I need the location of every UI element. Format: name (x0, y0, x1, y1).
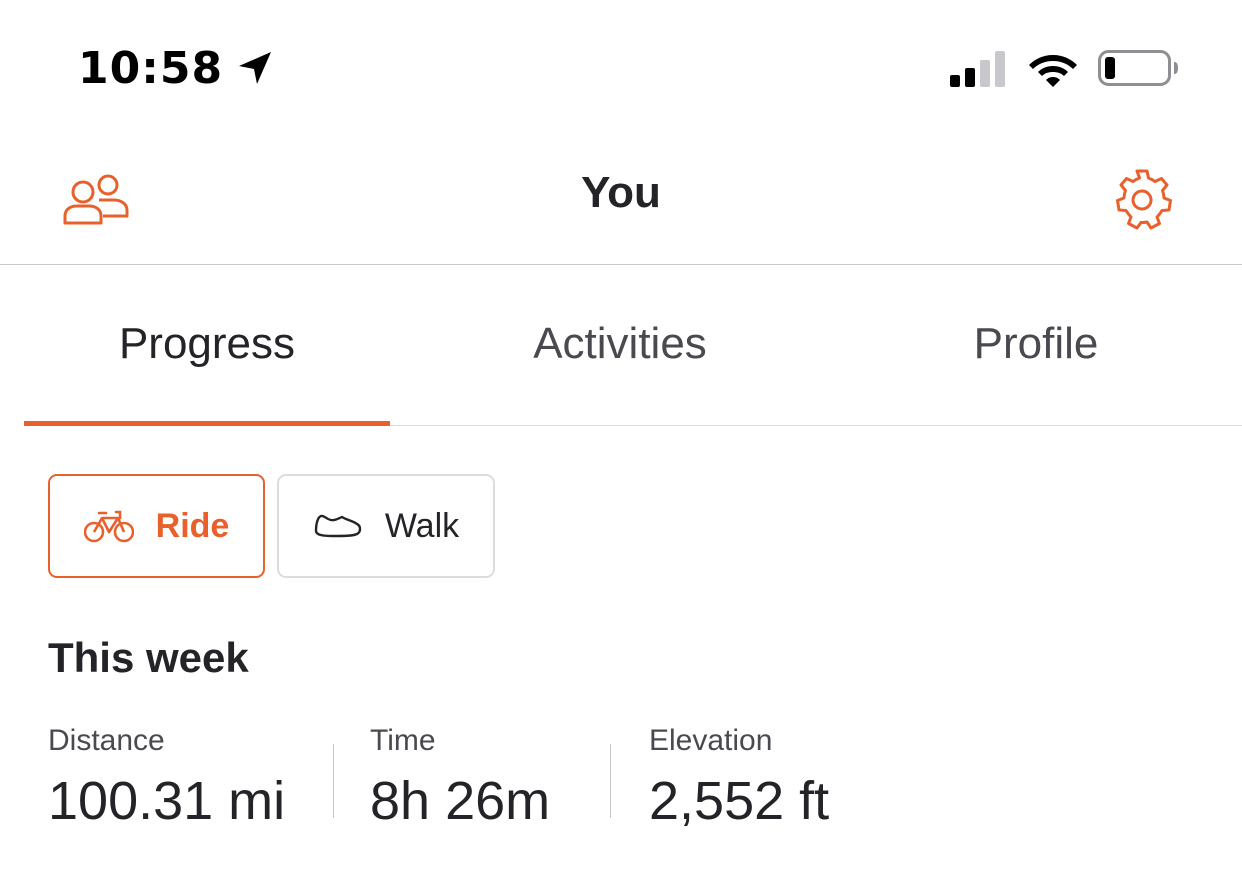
time-value: 8h 26m (370, 771, 551, 831)
status-indicators (950, 46, 1180, 90)
page-title: You (581, 168, 661, 217)
ride-chip-label: Ride (155, 506, 230, 545)
distance-label: Distance (48, 724, 165, 757)
status-time: 10:58 (78, 42, 224, 94)
battery-low-icon (1098, 50, 1178, 86)
tab-activities[interactable]: Activities (390, 265, 850, 425)
shoe-icon (314, 514, 362, 538)
time-stat: Time 8h 26m (334, 720, 610, 840)
elevation-stat: Elevation 2,552 ft (611, 720, 949, 840)
ride-chip[interactable]: Ride (48, 474, 265, 578)
tab-label: Activities (533, 318, 707, 368)
bicycle-icon (83, 510, 134, 543)
status-time-group: 10:58 (78, 40, 275, 96)
cellular-signal-icon (950, 51, 1005, 87)
walk-chip[interactable]: Walk (277, 474, 495, 578)
sport-filter: Ride Walk (48, 474, 507, 578)
gear-icon (1116, 169, 1172, 230)
distance-value: 100.31 mi (48, 771, 286, 831)
active-tab-indicator (24, 421, 390, 426)
elevation-label: Elevation (649, 724, 773, 757)
elevation-value: 2,552 ft (649, 771, 830, 831)
tab-label: Progress (118, 318, 296, 368)
navigation-bar: You (0, 130, 1242, 265)
wifi-icon (1029, 55, 1077, 87)
settings-button[interactable] (1106, 164, 1178, 234)
tab-profile[interactable]: Profile (850, 265, 1222, 425)
weekly-stats: Distance 100.31 mi Time 8h 26m Elevation… (48, 720, 949, 840)
walk-chip-label: Walk (384, 506, 460, 545)
status-bar: 10:58 (0, 0, 1242, 130)
location-arrow-icon (235, 48, 275, 88)
tab-progress[interactable]: Progress (24, 265, 390, 426)
tab-bar: Progress Activities Profile (24, 265, 1242, 426)
tab-label: Profile (973, 318, 1099, 368)
this-week-heading: This week (48, 634, 249, 681)
time-label: Time (370, 724, 436, 757)
distance-stat: Distance 100.31 mi (48, 720, 333, 840)
